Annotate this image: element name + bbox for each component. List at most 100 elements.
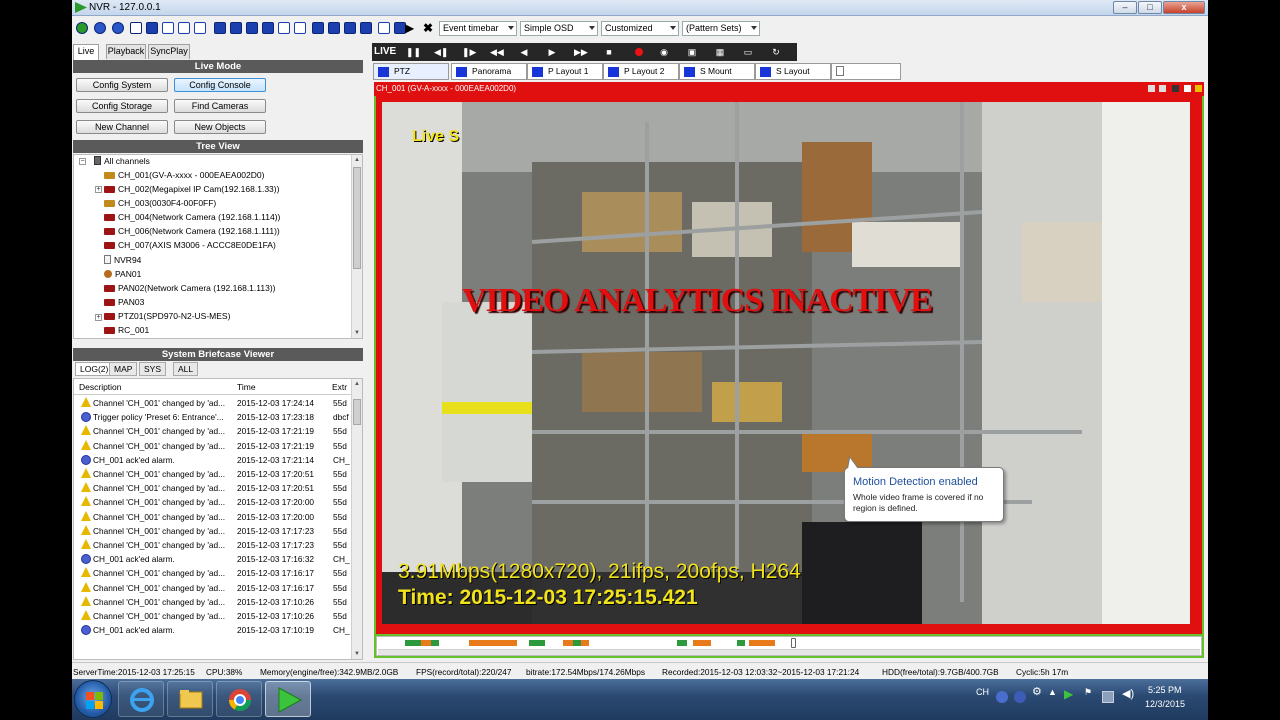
- tab-sys[interactable]: SYS: [139, 362, 167, 376]
- layout-3x3-icon[interactable]: [178, 22, 190, 34]
- help-icon[interactable]: [112, 22, 124, 34]
- layout-1x1-icon[interactable]: [146, 22, 158, 34]
- tab-s-layout[interactable]: S Layout: [755, 63, 831, 80]
- layout-6x6-icon[interactable]: [294, 22, 306, 34]
- osd-select[interactable]: Simple OSD: [520, 21, 598, 36]
- log-scrollbar[interactable]: ▲ ▼: [351, 379, 362, 659]
- layout-custom-e-icon[interactable]: [378, 22, 390, 34]
- reverse-play-icon[interactable]: ◀: [518, 46, 530, 58]
- timeline-event[interactable]: [529, 640, 545, 646]
- scroll-down-icon[interactable]: ▼: [353, 650, 361, 658]
- tab-live[interactable]: Live: [73, 44, 99, 60]
- tree-item-all-channels[interactable]: All channels: [94, 155, 150, 168]
- step-forward-icon[interactable]: ❚▶: [462, 46, 476, 58]
- log-row[interactable]: Channel 'CH_001' changed by 'ad... 2015-1…: [74, 595, 353, 609]
- tree-item-pan02[interactable]: PAN02(Network Camera (192.168.1.113)): [104, 282, 275, 295]
- log-row[interactable]: CH_001 ack'ed alarm. 2015-12-03 17:21:14 C…: [74, 453, 353, 467]
- eye-icon[interactable]: [1148, 85, 1155, 92]
- tab-p-layout-2[interactable]: P Layout 2: [603, 63, 679, 80]
- close-button[interactable]: x: [1163, 1, 1205, 14]
- new-tab-button[interactable]: [831, 63, 901, 80]
- maximize-button[interactable]: □: [1138, 1, 1162, 14]
- layout-1p5-icon[interactable]: [214, 22, 226, 34]
- layout-4x4-icon[interactable]: [194, 22, 206, 34]
- new-channel-button[interactable]: New Channel: [76, 120, 168, 134]
- help-tray-icon[interactable]: [1014, 691, 1026, 703]
- layout-5x5-icon[interactable]: [278, 22, 290, 34]
- log-row[interactable]: Trigger policy 'Preset 6: Entrance'... 20…: [74, 410, 353, 424]
- flag-icon[interactable]: ⚑: [1084, 687, 1092, 698]
- taskbar-ie-button[interactable]: [118, 681, 164, 717]
- tree-item-ch003[interactable]: CH_003(0030F4-00F0FF): [104, 197, 216, 210]
- tree-item-ptz01[interactable]: PTZ01(SPD970-N2-US-MES): [104, 310, 230, 323]
- log-row[interactable]: Channel 'CH_001' changed by 'ad... 2015-1…: [74, 524, 353, 538]
- tab-s-mount[interactable]: S Mount: [679, 63, 755, 80]
- tab-syncplay[interactable]: SyncPlay: [148, 44, 190, 59]
- pattern-sets-select[interactable]: (Pattern Sets): [682, 21, 760, 36]
- config-system-button[interactable]: Config System: [76, 78, 168, 92]
- scroll-down-icon[interactable]: ▼: [353, 329, 361, 337]
- event-timeline[interactable]: [376, 636, 1202, 656]
- start-button[interactable]: [74, 680, 112, 718]
- new-objects-button[interactable]: New Objects: [174, 120, 266, 134]
- tab-all[interactable]: ALL: [173, 362, 199, 376]
- tab-playback[interactable]: Playback: [106, 44, 146, 59]
- layout-1p9-icon[interactable]: [246, 22, 258, 34]
- record-settings-icon[interactable]: ◉: [658, 46, 670, 58]
- tab-map[interactable]: MAP: [109, 362, 138, 376]
- scroll-up-icon[interactable]: ▲: [353, 380, 361, 388]
- layout-1p7-icon[interactable]: [230, 22, 242, 34]
- column-description[interactable]: Description: [79, 382, 122, 392]
- timeline-scrollbar[interactable]: [378, 649, 1200, 655]
- layout-single-icon[interactable]: [130, 22, 142, 34]
- tab-panorama[interactable]: Panorama: [451, 63, 527, 80]
- layout-custom-a-icon[interactable]: [312, 22, 324, 34]
- stop-icon[interactable]: ■: [603, 46, 615, 58]
- expand-icon[interactable]: +: [95, 186, 102, 193]
- tree-item-pan01[interactable]: PAN01: [104, 268, 141, 281]
- tab-log[interactable]: LOG(2): [75, 362, 114, 376]
- tree-item-ch006[interactable]: CH_006(Network Camera (192.168.1.111)): [104, 225, 280, 238]
- tree-item-ch004[interactable]: CH_004(Network Camera (192.168.1.114)): [104, 211, 280, 224]
- log-row[interactable]: Channel 'CH_001' changed by 'ad... 2015-1…: [74, 424, 353, 438]
- timeline-cursor[interactable]: [791, 638, 796, 648]
- log-row[interactable]: Channel 'CH_001' changed by 'ad... 2015-1…: [74, 396, 353, 410]
- tree-item-nvr94[interactable]: NVR94: [104, 254, 141, 267]
- close-x-icon[interactable]: ✖: [423, 21, 433, 35]
- column-extra[interactable]: Extr: [332, 382, 347, 392]
- tree-scrollbar[interactable]: ▲ ▼: [351, 155, 362, 338]
- tree-item-rc001[interactable]: RC_001: [104, 324, 149, 337]
- layout-2x2-icon[interactable]: [162, 22, 174, 34]
- language-indicator[interactable]: CH: [976, 687, 989, 697]
- play-mode-icon[interactable]: [76, 22, 88, 34]
- timeline-event[interactable]: [693, 640, 711, 646]
- settings-tray-icon[interactable]: ⚙: [1032, 685, 1042, 698]
- pause-icon[interactable]: ❚❚: [406, 46, 421, 58]
- event-timebar-select[interactable]: Event timebar: [439, 21, 517, 36]
- ime-icon[interactable]: [996, 691, 1008, 703]
- expand-icon[interactable]: +: [95, 314, 102, 321]
- channel-tree[interactable]: − All channels CH_001(GV-A-xxxx - 000EAE…: [73, 154, 363, 339]
- layout-custom-b-icon[interactable]: [328, 22, 340, 34]
- layout-1p12-icon[interactable]: [262, 22, 274, 34]
- log-row[interactable]: Channel 'CH_001' changed by 'ad... 2015-1…: [74, 581, 353, 595]
- snapshot-icon[interactable]: ▣: [686, 46, 698, 58]
- timeline-event[interactable]: [737, 640, 745, 646]
- log-row[interactable]: Channel 'CH_001' changed by 'ad... 2015-1…: [74, 609, 353, 623]
- tree-item-ch007[interactable]: CH_007(AXIS M3006 - ACCC8E0DE1FA): [104, 239, 276, 252]
- taskbar-explorer-button[interactable]: [167, 681, 213, 717]
- network-icon[interactable]: [1102, 691, 1114, 703]
- log-row[interactable]: Channel 'CH_001' changed by 'ad... 2015-1…: [74, 566, 353, 580]
- taskbar-nvr-button[interactable]: [265, 681, 311, 717]
- refresh-icon[interactable]: ↻: [770, 46, 782, 58]
- find-cameras-button[interactable]: Find Cameras: [174, 99, 266, 113]
- tab-p-layout-1[interactable]: P Layout 1: [527, 63, 603, 80]
- scroll-up-icon[interactable]: ▲: [353, 156, 361, 164]
- scrollbar-thumb[interactable]: [353, 167, 361, 269]
- fast-forward-icon[interactable]: ▶▶: [574, 46, 588, 58]
- scrollbar-thumb[interactable]: [353, 399, 361, 425]
- rewind-icon[interactable]: ◀◀: [490, 46, 504, 58]
- info-icon[interactable]: [94, 22, 106, 34]
- show-hidden-icon[interactable]: ▲: [1048, 687, 1057, 697]
- minimize-button[interactable]: –: [1113, 1, 1137, 14]
